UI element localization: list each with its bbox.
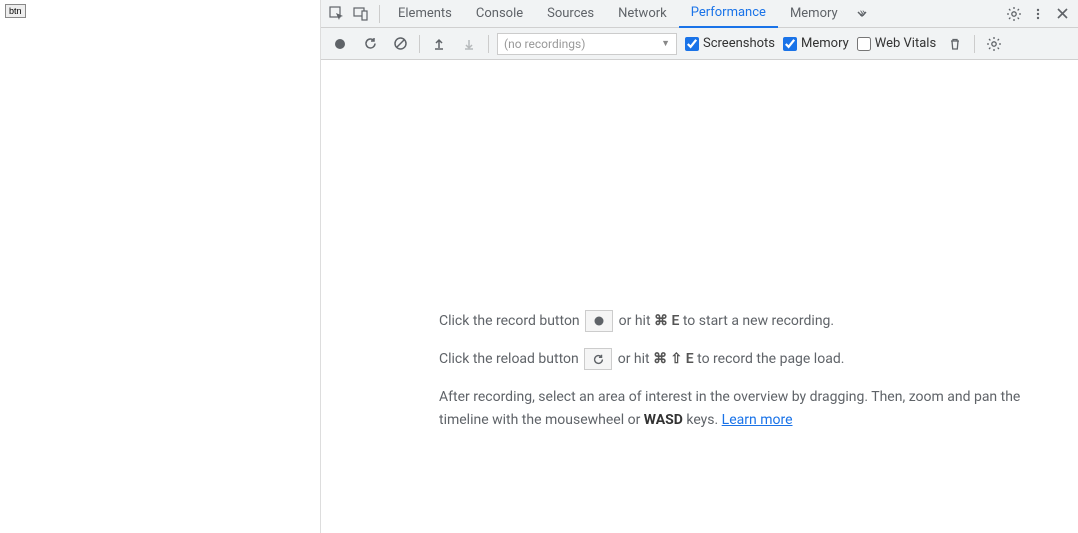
text: Click the reload button	[439, 351, 582, 367]
settings-gear-icon[interactable]	[1002, 2, 1026, 26]
learn-more-link[interactable]: Learn more	[722, 412, 793, 428]
tab-elements[interactable]: Elements	[386, 0, 464, 28]
webvitals-checkbox-input[interactable]	[857, 37, 871, 51]
separator	[974, 35, 975, 53]
record-icon[interactable]	[585, 310, 613, 332]
webvitals-checkbox[interactable]: Web Vitals	[857, 36, 936, 51]
download-profile-icon[interactable]	[458, 33, 480, 55]
memory-checkbox-input[interactable]	[783, 37, 797, 51]
performance-panel-body: Click the record button or hit ⌘ E to st…	[321, 60, 1078, 533]
tab-sources[interactable]: Sources	[535, 0, 606, 28]
screenshots-checkbox[interactable]: Screenshots	[685, 36, 775, 51]
recording-select[interactable]: (no recordings) ▼	[497, 33, 677, 55]
upload-profile-icon[interactable]	[428, 33, 450, 55]
more-tabs-icon[interactable]: »	[850, 2, 874, 26]
memory-label: Memory	[801, 36, 849, 51]
empty-line-record: Click the record button or hit ⌘ E to st…	[439, 310, 1058, 334]
reload-button[interactable]	[359, 33, 381, 55]
separator	[379, 5, 380, 23]
separator	[488, 35, 489, 53]
record-button[interactable]	[329, 33, 351, 55]
garbage-collect-icon[interactable]	[944, 33, 966, 55]
shortcut-key: ⌘ ⇧ E	[653, 351, 694, 367]
separator	[419, 35, 420, 53]
webvitals-label: Web Vitals	[875, 36, 936, 51]
shortcut-key: ⌘ E	[654, 313, 679, 329]
capture-settings-gear-icon[interactable]	[983, 33, 1005, 55]
empty-line-help: After recording, select an area of inter…	[439, 386, 1058, 434]
performance-controlbar: (no recordings) ▼ Screenshots Memory Web…	[321, 28, 1078, 60]
empty-line-reload: Click the reload button or hit ⌘ ⇧ E to …	[439, 348, 1058, 372]
close-devtools-icon[interactable]	[1050, 2, 1074, 26]
caret-down-icon: ▼	[661, 38, 670, 49]
tab-network[interactable]: Network	[606, 0, 679, 28]
tab-memory[interactable]: Memory	[778, 0, 850, 28]
text: to start a new recording.	[683, 313, 834, 329]
page-btn[interactable]: btn	[5, 4, 26, 18]
tab-performance[interactable]: Performance	[679, 0, 778, 28]
text: or hit	[618, 351, 653, 367]
recording-select-label: (no recordings)	[504, 37, 585, 51]
reload-icon[interactable]	[584, 348, 612, 370]
memory-checkbox[interactable]: Memory	[783, 36, 849, 51]
device-toggle-icon[interactable]	[349, 2, 373, 26]
devtools-panel: Elements Console Sources Network Perform…	[320, 0, 1078, 533]
kebab-menu-icon[interactable]	[1026, 2, 1050, 26]
wasd-label: WASD	[644, 412, 683, 428]
clear-button[interactable]	[389, 33, 411, 55]
page-preview: btn	[0, 0, 320, 533]
screenshots-checkbox-input[interactable]	[685, 37, 699, 51]
text: to record the page load.	[697, 351, 844, 367]
text: Click the record button	[439, 313, 583, 329]
text: or hit	[619, 313, 654, 329]
devtools-tabbar: Elements Console Sources Network Perform…	[321, 0, 1078, 28]
text: keys.	[683, 412, 722, 428]
tab-console[interactable]: Console	[464, 0, 535, 28]
inspect-element-icon[interactable]	[325, 2, 349, 26]
performance-empty-state: Click the record button or hit ⌘ E to st…	[439, 310, 1058, 447]
screenshots-label: Screenshots	[703, 36, 775, 51]
